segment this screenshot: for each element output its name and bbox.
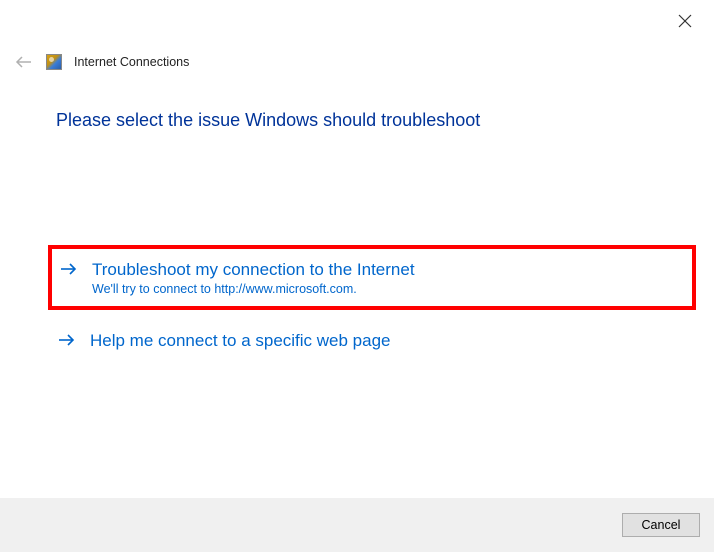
wizard-header: Internet Connections [14,52,189,72]
option-text: Help me connect to a specific web page [90,330,686,352]
option-specific-webpage[interactable]: Help me connect to a specific web page [48,318,696,364]
arrow-right-icon [58,333,76,351]
arrow-right-icon [60,262,78,280]
option-title: Help me connect to a specific web page [90,330,686,352]
option-text: Troubleshoot my connection to the Intern… [92,259,684,296]
option-title: Troubleshoot my connection to the Intern… [92,259,684,281]
page-heading: Please select the issue Windows should t… [56,110,480,131]
close-icon [678,14,692,28]
wizard-title: Internet Connections [74,55,189,69]
footer-bar: Cancel [0,498,714,552]
option-troubleshoot-internet[interactable]: Troubleshoot my connection to the Intern… [48,245,696,310]
option-subtitle: We'll try to connect to http://www.micro… [92,282,684,296]
back-arrow-icon [15,55,33,69]
back-button[interactable] [14,52,34,72]
cancel-button[interactable]: Cancel [622,513,700,537]
troubleshoot-options: Troubleshoot my connection to the Intern… [48,245,696,364]
close-button[interactable] [678,14,694,30]
internet-connections-icon [46,54,62,70]
